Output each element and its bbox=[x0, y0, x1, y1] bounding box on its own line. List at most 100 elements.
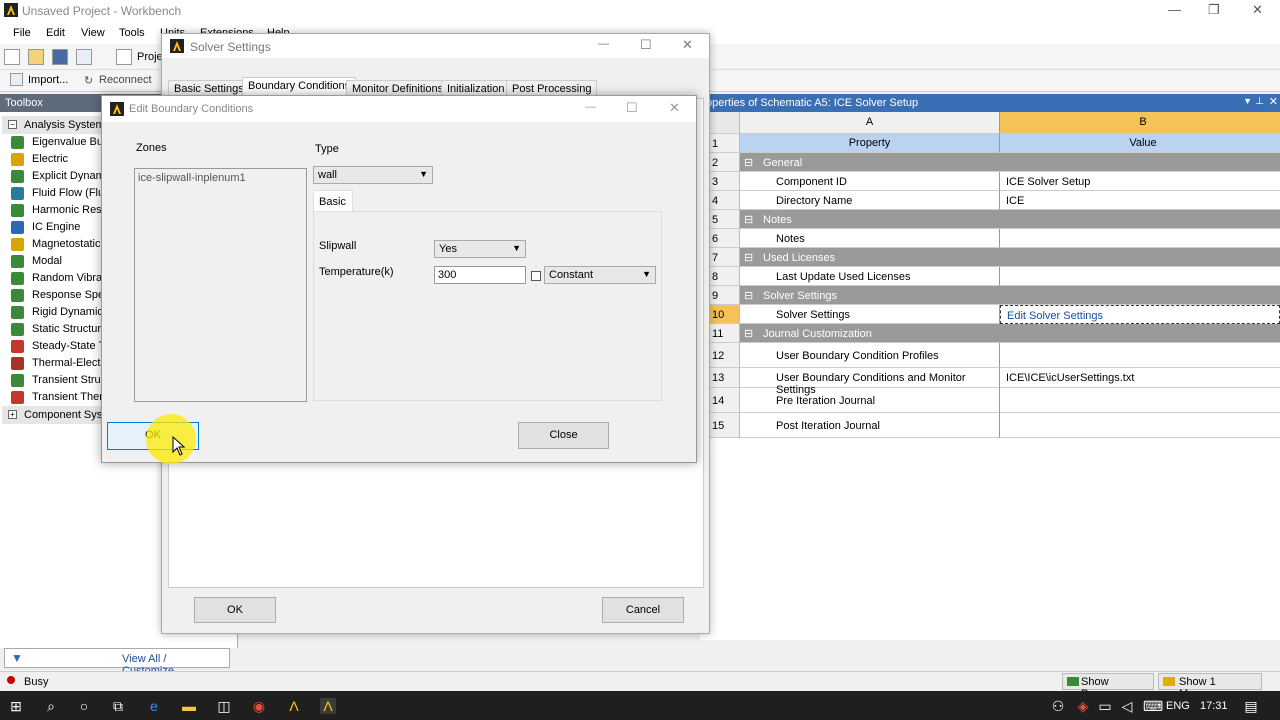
ansys-workbench-taskbar-icon[interactable]: Λ bbox=[320, 698, 336, 714]
save-as-icon[interactable] bbox=[76, 49, 92, 65]
zones-list[interactable]: ice-slipwall-inplenum1 bbox=[134, 168, 307, 402]
property-cell[interactable]: User Boundary Conditions and Monitor Set… bbox=[740, 368, 1000, 396]
value-cell[interactable] bbox=[1000, 343, 1280, 368]
dropdown-icon[interactable]: ▼ bbox=[1243, 96, 1252, 106]
table-row[interactable]: 10 Solver Settings Edit Solver Settings bbox=[700, 305, 1280, 324]
property-cell[interactable]: Post Iteration Journal bbox=[740, 413, 1000, 438]
collapse-icon[interactable]: ⊟ bbox=[744, 251, 753, 264]
close-button[interactable]: ✕ bbox=[1252, 2, 1263, 18]
property-cell[interactable]: Directory Name bbox=[740, 191, 1000, 210]
language-indicator[interactable]: ENG bbox=[1166, 700, 1190, 712]
people-icon[interactable]: ⚇ bbox=[1050, 698, 1066, 714]
table-row[interactable]: 6 Notes bbox=[700, 229, 1280, 248]
project-tab-label[interactable]: Proje bbox=[137, 51, 163, 63]
restore-button[interactable]: ❐ bbox=[1208, 2, 1220, 18]
close-button[interactable]: Close bbox=[518, 422, 609, 449]
table-row[interactable]: 4 Directory Name ICE bbox=[700, 191, 1280, 210]
group-row[interactable]: 11 ⊟ Journal Customization bbox=[700, 324, 1280, 343]
table-row[interactable]: 14 Pre Iteration Journal bbox=[700, 388, 1280, 413]
minimize-button[interactable]: — bbox=[1168, 2, 1181, 17]
collapse-icon[interactable]: ⊟ bbox=[744, 327, 753, 340]
search-icon[interactable]: ⌕ bbox=[43, 698, 59, 714]
value-cell[interactable] bbox=[1000, 267, 1280, 286]
show-progress-button[interactable]: Show Progress bbox=[1062, 673, 1154, 700]
property-cell[interactable]: Pre Iteration Journal bbox=[740, 388, 1000, 413]
keyboard-icon[interactable]: ⌨ bbox=[1143, 698, 1163, 714]
property-cell[interactable]: User Boundary Condition Profiles bbox=[740, 343, 1000, 368]
value-cell[interactable] bbox=[1000, 388, 1280, 413]
store-icon[interactable]: ◫ bbox=[216, 698, 232, 714]
value-cell[interactable]: ICE\ICE\icUserSettings.txt bbox=[1000, 368, 1280, 388]
property-cell[interactable]: Notes bbox=[740, 229, 1000, 248]
property-cell[interactable]: ⊟ Notes bbox=[740, 210, 1280, 229]
collapse-icon[interactable]: − bbox=[8, 120, 17, 129]
temperature-checkbox[interactable] bbox=[531, 271, 541, 281]
menu-view[interactable]: View bbox=[81, 27, 105, 39]
list-item[interactable]: ice-slipwall-inplenum1 bbox=[138, 172, 246, 184]
property-cell[interactable]: ⊟ Used Licenses bbox=[740, 248, 1280, 267]
component-systems-group[interactable]: + Component Systems bbox=[2, 406, 102, 424]
menu-file[interactable]: File bbox=[13, 27, 31, 39]
table-row[interactable]: 12 User Boundary Condition Profiles bbox=[700, 343, 1280, 368]
collapse-icon[interactable]: ⊟ bbox=[744, 156, 753, 169]
property-cell[interactable]: ⊟ General bbox=[740, 153, 1280, 172]
table-row[interactable]: 8 Last Update Used Licenses bbox=[700, 267, 1280, 286]
minimize-button[interactable]: — bbox=[585, 101, 596, 113]
analysis-systems-group[interactable]: − Analysis Systems bbox=[2, 116, 102, 134]
tab-basic[interactable]: Basic bbox=[313, 190, 353, 212]
group-row[interactable]: 7 ⊟ Used Licenses bbox=[700, 248, 1280, 267]
group-row[interactable]: 2 ⊟ General bbox=[700, 153, 1280, 172]
open-icon[interactable] bbox=[28, 49, 44, 65]
antivirus-icon[interactable]: ◈ bbox=[1075, 698, 1091, 714]
value-cell[interactable]: Edit Solver Settings bbox=[1000, 305, 1280, 324]
windows-start-icon[interactable]: ⊞ bbox=[8, 698, 24, 714]
temperature-input[interactable] bbox=[434, 266, 526, 284]
network-icon[interactable]: ▭ bbox=[1097, 698, 1113, 714]
collapse-icon[interactable]: ⊟ bbox=[744, 213, 753, 226]
close-button[interactable]: ✕ bbox=[669, 100, 680, 116]
minimize-button[interactable]: — bbox=[598, 38, 609, 50]
table-row[interactable]: 15 Post Iteration Journal bbox=[700, 413, 1280, 438]
new-icon[interactable] bbox=[4, 49, 20, 65]
slipwall-select[interactable]: Yes ▼ bbox=[434, 240, 526, 258]
type-select[interactable]: wall ▼ bbox=[313, 166, 433, 184]
volume-icon[interactable]: ◁ bbox=[1119, 698, 1135, 714]
ok-button[interactable]: OK bbox=[194, 597, 276, 623]
notifications-icon[interactable]: ▤ bbox=[1243, 698, 1259, 714]
property-cell[interactable]: ⊟ Solver Settings bbox=[740, 286, 1280, 305]
group-row[interactable]: 9 ⊟ Solver Settings bbox=[700, 286, 1280, 305]
menu-edit[interactable]: Edit bbox=[46, 27, 65, 39]
temperature-mode-select[interactable]: Constant ▼ bbox=[544, 266, 656, 284]
value-cell[interactable] bbox=[1000, 229, 1280, 248]
value-cell[interactable] bbox=[1000, 413, 1280, 438]
value-cell[interactable]: ICE Solver Setup bbox=[1000, 172, 1280, 191]
value-cell[interactable]: ICE bbox=[1000, 191, 1280, 210]
property-cell[interactable]: Solver Settings bbox=[740, 305, 1000, 324]
group-row[interactable]: 5 ⊟ Notes bbox=[700, 210, 1280, 229]
clock[interactable]: 17:31 bbox=[1200, 700, 1228, 712]
ansys-taskbar-icon[interactable]: Λ bbox=[286, 698, 302, 714]
pin-icon[interactable]: ⊥ bbox=[1255, 96, 1264, 107]
file-explorer-icon[interactable]: ▬ bbox=[181, 698, 197, 714]
reconnect-button[interactable]: Reconnect bbox=[99, 74, 152, 86]
table-row[interactable]: 3 Component ID ICE Solver Setup bbox=[700, 172, 1280, 191]
collapse-icon[interactable]: ⊟ bbox=[744, 289, 753, 302]
filter-icon[interactable]: ▼ bbox=[11, 651, 23, 665]
column-a[interactable]: A bbox=[740, 112, 1000, 134]
property-cell[interactable]: Last Update Used Licenses bbox=[740, 267, 1000, 286]
column-b[interactable]: B bbox=[1000, 112, 1280, 134]
table-row[interactable]: 13 User Boundary Conditions and Monitor S… bbox=[700, 368, 1280, 396]
save-icon[interactable] bbox=[52, 49, 68, 65]
cancel-button[interactable]: Cancel bbox=[602, 597, 684, 623]
property-cell[interactable]: Component ID bbox=[740, 172, 1000, 191]
expand-icon[interactable]: + bbox=[8, 410, 17, 419]
chrome-icon[interactable]: ◉ bbox=[251, 698, 267, 714]
show-messages-button[interactable]: Show 1 Messages bbox=[1158, 673, 1262, 700]
maximize-button[interactable]: ☐ bbox=[626, 100, 638, 116]
cortana-icon[interactable]: ○ bbox=[76, 698, 92, 714]
task-view-icon[interactable]: ⧉ bbox=[110, 698, 126, 714]
close-button[interactable]: ✕ bbox=[682, 37, 693, 53]
close-icon[interactable]: ✕ bbox=[1269, 95, 1278, 108]
import-button[interactable]: Import... bbox=[28, 74, 68, 86]
edge-icon[interactable]: e bbox=[146, 698, 162, 714]
